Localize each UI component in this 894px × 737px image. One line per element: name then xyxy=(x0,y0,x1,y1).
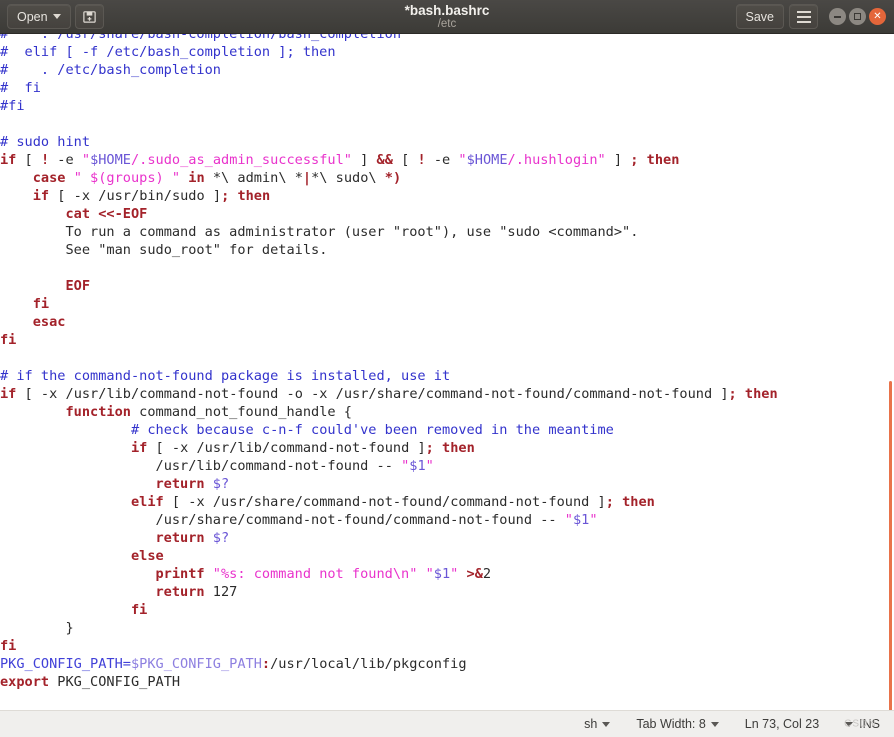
status-bar: sh Tab Width: 8 Ln 73, Col 23 CSDN INS xyxy=(0,710,894,737)
save-as-icon xyxy=(82,11,96,23)
maximize-button[interactable] xyxy=(849,8,866,25)
open-button[interactable]: Open xyxy=(7,4,71,29)
chevron-down-icon xyxy=(602,721,611,727)
close-icon: ✕ xyxy=(873,11,882,22)
minimize-button[interactable] xyxy=(829,8,846,25)
save-button[interactable]: Save xyxy=(735,4,784,29)
close-button[interactable]: ✕ xyxy=(869,8,886,25)
tab-width-selector[interactable]: Tab Width: 8 xyxy=(623,711,731,737)
insert-mode-indicator[interactable]: CSDN INS xyxy=(832,711,888,737)
tab-width-label: Tab Width: 8 xyxy=(636,717,706,731)
page-subtitle: /etc xyxy=(437,17,457,30)
save-button-label: Save xyxy=(745,9,775,24)
open-button-label: Open xyxy=(17,9,48,24)
titlebar-right-controls: Save ✕ xyxy=(735,4,891,29)
title-bar: Open *bash.bashrc /etc Save ✕ xyxy=(0,0,894,34)
hamburger-menu-icon xyxy=(796,10,811,23)
vertical-scrollbar-thumb[interactable] xyxy=(889,381,892,710)
language-selector[interactable]: sh xyxy=(571,711,623,737)
code-text[interactable]: # . /usr/share/bash-completion/bash_comp… xyxy=(0,34,894,691)
status-bar-items: sh Tab Width: 8 Ln 73, Col 23 CSDN INS xyxy=(571,711,894,737)
window-buttons: ✕ xyxy=(829,8,886,25)
cursor-position-label: Ln 73, Col 23 xyxy=(744,717,820,731)
text-editor-window: Open *bash.bashrc /etc Save ✕ # . /usr/s… xyxy=(0,0,894,737)
save-as-button[interactable] xyxy=(74,4,104,29)
language-label: sh xyxy=(584,717,598,731)
maximize-icon xyxy=(854,13,861,20)
chevron-down-icon xyxy=(845,721,854,727)
page-title: *bash.bashrc xyxy=(404,2,490,18)
editor-area[interactable]: # . /usr/share/bash-completion/bash_comp… xyxy=(0,34,894,710)
chevron-down-icon xyxy=(710,721,719,727)
minimize-icon xyxy=(834,15,841,18)
titlebar-left-controls: Open xyxy=(4,4,104,29)
insert-mode-label: INS xyxy=(859,717,880,731)
cursor-position: Ln 73, Col 23 xyxy=(732,711,832,737)
menu-button[interactable] xyxy=(789,4,818,29)
chevron-down-icon xyxy=(52,14,61,19)
